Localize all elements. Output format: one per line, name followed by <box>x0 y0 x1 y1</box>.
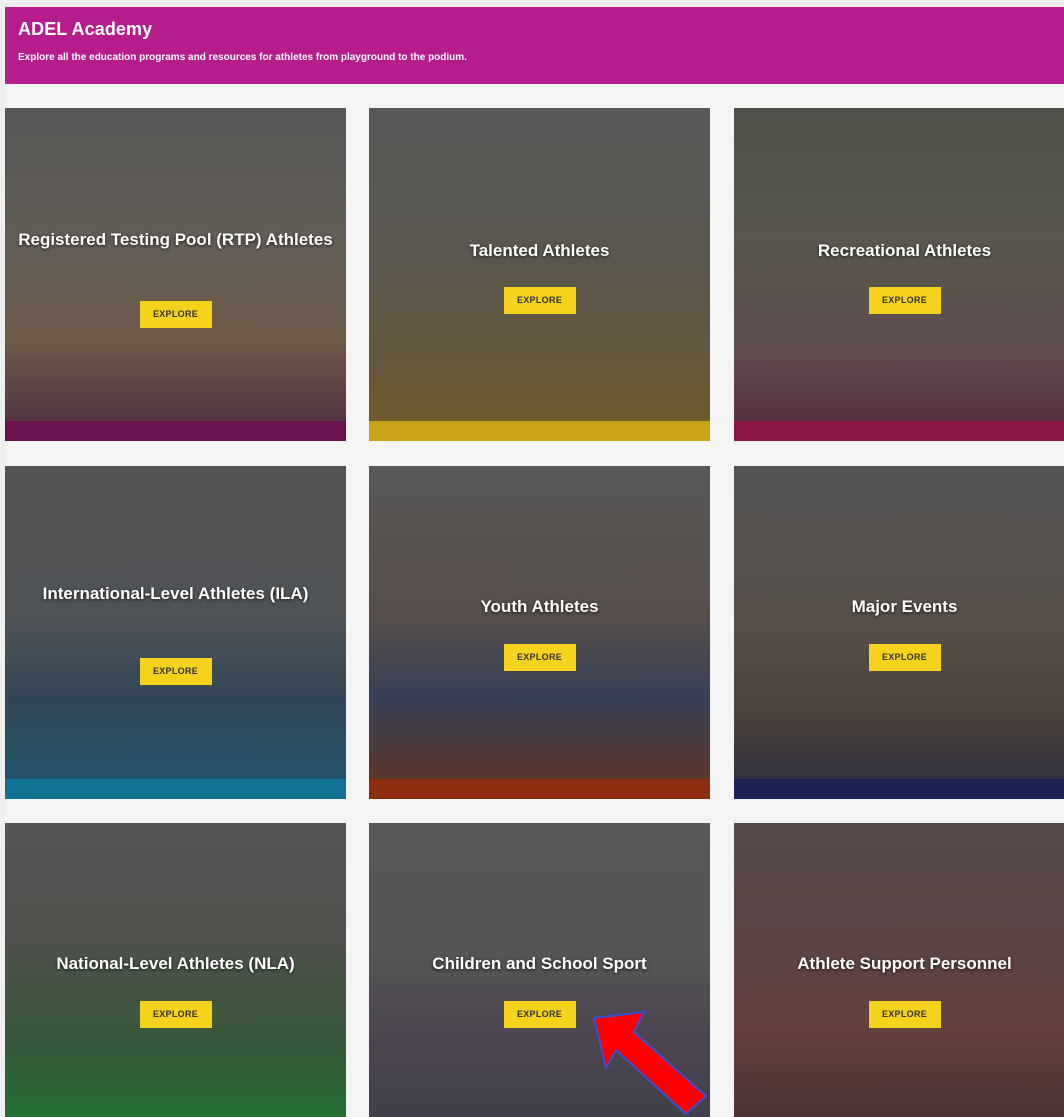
explore-button[interactable]: EXPLORE <box>139 1001 212 1028</box>
explore-button[interactable]: EXPLORE <box>503 1001 576 1028</box>
tile-title: Youth Athletes <box>480 597 599 616</box>
tile-title: Registered Testing Pool (RTP) Athletes <box>18 230 333 249</box>
tile-title: Athlete Support Personnel <box>797 954 1012 973</box>
tile-title: Talented Athletes <box>469 241 610 260</box>
tile-major-events[interactable]: Major Events EXPLORE <box>734 466 1064 799</box>
tile-accent-bar <box>734 421 1064 441</box>
tile-youth-athletes[interactable]: Youth Athletes EXPLORE <box>369 466 710 799</box>
page-header: ADEL Academy Explore all the education p… <box>5 7 1064 84</box>
page-frame: ADEL Academy Explore all the education p… <box>5 7 1064 1117</box>
page-subtitle: Explore all the education programs and r… <box>18 52 467 63</box>
tile-title: Recreational Athletes <box>817 241 992 260</box>
tile-title: Children and School Sport <box>432 954 647 973</box>
tile-athlete-support-personnel[interactable]: Athlete Support Personnel EXPLORE <box>734 823 1064 1117</box>
explore-button[interactable]: EXPLORE <box>868 287 941 314</box>
tile-accent-bar <box>369 779 710 799</box>
tile-accent-bar <box>5 421 346 441</box>
page-title: ADEL Academy <box>18 19 153 39</box>
tile-accent-bar <box>734 779 1064 799</box>
tile-title: International-Level Athletes (ILA) <box>42 584 309 603</box>
explore-button[interactable]: EXPLORE <box>503 287 576 314</box>
tile-national-level-athletes[interactable]: National-Level Athletes (NLA) EXPLORE <box>5 823 346 1117</box>
explore-button[interactable]: EXPLORE <box>868 1001 941 1028</box>
tile-title: Major Events <box>851 597 958 616</box>
tile-recreational-athletes[interactable]: Recreational Athletes EXPLORE <box>734 108 1064 441</box>
tile-talented-athletes[interactable]: Talented Athletes EXPLORE <box>369 108 710 441</box>
tile-international-level-athletes[interactable]: International-Level Athletes (ILA) EXPLO… <box>5 466 346 799</box>
explore-button[interactable]: EXPLORE <box>868 644 941 671</box>
explore-button[interactable]: EXPLORE <box>139 658 212 685</box>
tile-title: National-Level Athletes (NLA) <box>56 954 295 973</box>
annotation-arrow-icon <box>593 1011 707 1115</box>
explore-button[interactable]: EXPLORE <box>503 644 576 671</box>
tile-accent-bar <box>369 421 710 441</box>
tile-rtp-athletes[interactable]: Registered Testing Pool (RTP) Athletes E… <box>5 108 346 441</box>
explore-button[interactable]: EXPLORE <box>139 301 212 328</box>
tile-accent-bar <box>5 779 346 799</box>
